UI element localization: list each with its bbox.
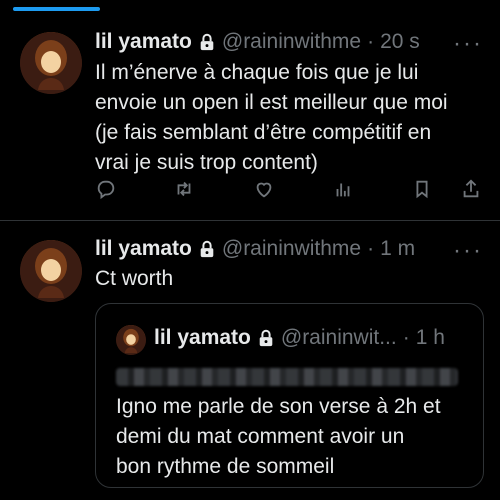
more-icon[interactable]: ··· — [453, 237, 483, 265]
author-handle[interactable]: @raininwit... — [281, 326, 397, 350]
author-handle[interactable]: @raininwithme — [222, 237, 361, 261]
quoted-tweet[interactable]: lil yamato @raininwit... · 1 h Igno me p… — [95, 303, 484, 488]
top-bar — [0, 0, 500, 14]
tweet-text: Il m’énerve à chaque fois que je lui env… — [95, 61, 448, 174]
author-name[interactable]: lil yamato — [95, 237, 192, 261]
avatar[interactable] — [116, 325, 146, 355]
quoted-tweet-text: Igno me parle de son verse à 2h et demi … — [116, 395, 441, 478]
author-name[interactable]: lil yamato — [95, 30, 192, 54]
avatar-image — [116, 325, 146, 355]
active-tab-indicator — [13, 7, 100, 11]
lock-icon — [198, 240, 216, 258]
timestamp[interactable]: 1 m — [380, 237, 415, 261]
timestamp[interactable]: 1 h — [416, 326, 445, 350]
bookmark-icon[interactable] — [409, 176, 435, 202]
avatar-image — [20, 32, 82, 94]
divider — [0, 220, 500, 221]
separator-dot: · — [402, 326, 410, 349]
reply-icon[interactable] — [93, 176, 119, 202]
timestamp[interactable]: 20 s — [380, 30, 420, 54]
blurred-text — [116, 368, 458, 386]
tweet-text: Ct worth — [95, 267, 174, 290]
avatar-image — [20, 240, 82, 302]
views-icon[interactable] — [330, 176, 356, 202]
quoted-tweet-header: lil yamato @raininwit... · 1 h — [154, 326, 445, 350]
author-handle[interactable]: @raininwithme — [222, 30, 361, 54]
tweet-actions — [0, 176, 500, 216]
separator-dot: · — [367, 30, 375, 53]
separator-dot: · — [367, 237, 375, 260]
lock-icon — [198, 33, 216, 51]
like-icon[interactable] — [251, 176, 277, 202]
more-icon[interactable]: ··· — [453, 30, 483, 58]
author-name[interactable]: lil yamato — [154, 326, 251, 350]
lock-icon — [257, 329, 275, 347]
tweet-header: lil yamato @raininwithme · 1 m — [95, 237, 415, 261]
retweet-icon[interactable] — [171, 176, 197, 202]
share-icon[interactable] — [458, 176, 484, 202]
tweet-header: lil yamato @raininwithme · 20 s — [95, 30, 420, 54]
avatar[interactable] — [20, 240, 82, 302]
avatar[interactable] — [20, 32, 82, 94]
